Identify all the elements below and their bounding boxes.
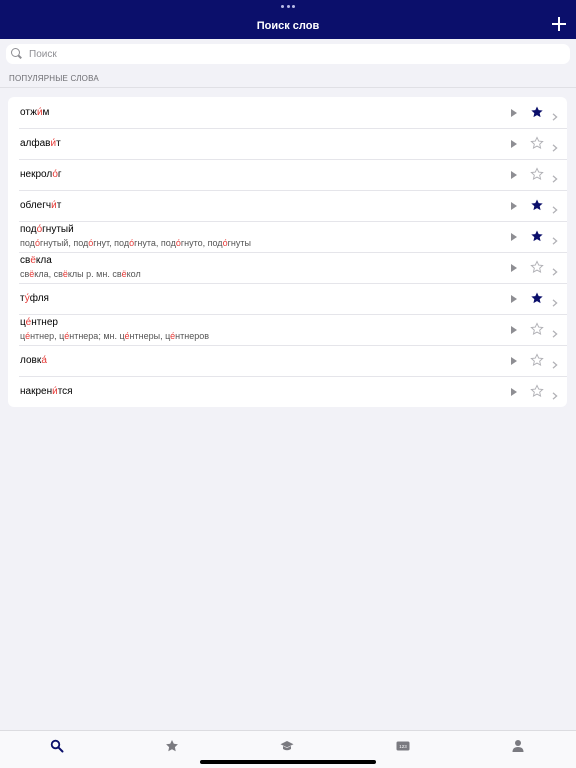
- favorite-star-outline-icon[interactable]: [530, 353, 544, 367]
- add-word-button[interactable]: [552, 17, 566, 31]
- word-row[interactable]: це́нтнер це́нтнер, це́нтнера; мн. це́нтне…: [8, 314, 567, 345]
- chevron-right-icon[interactable]: [552, 263, 558, 276]
- favorite-star-filled-icon[interactable]: [530, 291, 544, 305]
- word-label: свёкла: [20, 255, 52, 266]
- search-icon: [11, 48, 23, 60]
- play-pronunciation-button[interactable]: [511, 357, 517, 365]
- tab-search[interactable]: [50, 739, 64, 753]
- play-pronunciation-button[interactable]: [511, 295, 517, 303]
- favorite-star-filled-icon[interactable]: [530, 229, 544, 243]
- word-text: некроло́г: [20, 159, 487, 190]
- word-label: накрени́тся: [20, 385, 73, 397]
- chevron-right-icon[interactable]: [552, 294, 558, 307]
- chevron-right-icon[interactable]: [552, 201, 558, 214]
- word-row[interactable]: ловка́: [8, 345, 567, 376]
- favorite-star-outline-icon[interactable]: [530, 322, 544, 336]
- numbers-icon-label: 123: [399, 744, 407, 749]
- word-row[interactable]: алфави́т: [8, 128, 567, 159]
- favorite-star-filled-icon[interactable]: [530, 105, 544, 119]
- word-text: накрени́тся: [20, 376, 487, 407]
- graduation-cap-icon: [280, 741, 294, 751]
- word-row[interactable]: некроло́г: [8, 159, 567, 190]
- word-text: подо́гнутый подо́гнутый, подо́гнут, подо́…: [20, 221, 487, 252]
- favorite-star-outline-icon[interactable]: [530, 260, 544, 274]
- chevron-right-icon[interactable]: [552, 108, 558, 121]
- word-row[interactable]: подо́гнутый подо́гнутый, подо́гнут, подо́…: [8, 221, 567, 252]
- search-bar[interactable]: [6, 44, 570, 64]
- tab-graduation-cap[interactable]: [280, 739, 294, 753]
- tab-numbers[interactable]: 123: [396, 739, 410, 753]
- word-row[interactable]: отжи́м: [8, 97, 567, 128]
- home-indicator[interactable]: [200, 760, 376, 764]
- word-label: облегчи́т: [20, 199, 62, 211]
- chevron-right-icon[interactable]: [552, 356, 558, 369]
- word-forms: свёкла, свёклы р. мн. свёкол: [20, 269, 141, 279]
- play-pronunciation-button[interactable]: [511, 202, 517, 210]
- play-pronunciation-button[interactable]: [511, 109, 517, 117]
- tab-star[interactable]: [165, 739, 179, 753]
- word-label: подо́гнутый: [20, 224, 74, 235]
- multitasking-dots-icon[interactable]: [281, 5, 295, 9]
- popular-words-list: отжи́м алфави́т некроло́г облегчи́т подо́гну…: [8, 97, 567, 407]
- word-row[interactable]: облегчи́т: [8, 190, 567, 221]
- chevron-right-icon[interactable]: [552, 170, 558, 183]
- section-divider: [0, 87, 576, 88]
- word-text: алфави́т: [20, 128, 487, 159]
- chevron-right-icon[interactable]: [552, 139, 558, 152]
- profile-icon: [512, 740, 524, 752]
- section-title: ПОПУЛЯРНЫЕ СЛОВА: [9, 74, 99, 83]
- play-pronunciation-button[interactable]: [511, 264, 517, 272]
- word-text: отжи́м: [20, 97, 487, 128]
- word-forms: подо́гнутый, подо́гнут, подо́гнута, подо…: [20, 238, 251, 248]
- favorite-star-outline-icon[interactable]: [530, 167, 544, 181]
- word-text: облегчи́т: [20, 190, 487, 221]
- word-label: ловка́: [20, 354, 47, 366]
- word-text: ту́фля: [20, 283, 487, 314]
- play-pronunciation-button[interactable]: [511, 326, 517, 334]
- favorite-star-outline-icon[interactable]: [530, 136, 544, 150]
- search-input[interactable]: [29, 48, 529, 60]
- word-forms: це́нтнер, це́нтнера; мн. це́нтнеры, це́н…: [20, 331, 210, 341]
- play-pronunciation-button[interactable]: [511, 140, 517, 148]
- word-label: ту́фля: [20, 292, 49, 304]
- star-icon: [166, 740, 178, 752]
- word-label: некроло́г: [20, 168, 62, 180]
- search-icon: [50, 739, 64, 753]
- word-row[interactable]: ту́фля: [8, 283, 567, 314]
- word-text: це́нтнер це́нтнер, це́нтнера; мн. це́нтне…: [20, 314, 487, 345]
- page-title: Поиск слов: [256, 20, 320, 32]
- play-pronunciation-button[interactable]: [511, 171, 517, 179]
- chevron-right-icon[interactable]: [552, 325, 558, 338]
- play-pronunciation-button[interactable]: [511, 388, 517, 396]
- favorite-star-filled-icon[interactable]: [530, 198, 544, 212]
- play-pronunciation-button[interactable]: [511, 233, 517, 241]
- word-row[interactable]: свёкла свёкла, свёклы р. мн. свёкол: [8, 252, 567, 283]
- tab-profile[interactable]: [511, 739, 525, 753]
- word-text: ловка́: [20, 345, 487, 376]
- word-label: це́нтнер: [20, 317, 58, 328]
- navigation-bar: Поиск слов: [0, 0, 576, 39]
- chevron-right-icon[interactable]: [552, 387, 558, 400]
- word-label: отжи́м: [20, 106, 50, 118]
- numbers-icon: 123: [396, 741, 410, 751]
- chevron-right-icon[interactable]: [552, 232, 558, 245]
- word-text: свёкла свёкла, свёклы р. мн. свёкол: [20, 252, 487, 283]
- word-label: алфави́т: [20, 137, 61, 149]
- favorite-star-outline-icon[interactable]: [530, 384, 544, 398]
- word-row[interactable]: накрени́тся: [8, 376, 567, 407]
